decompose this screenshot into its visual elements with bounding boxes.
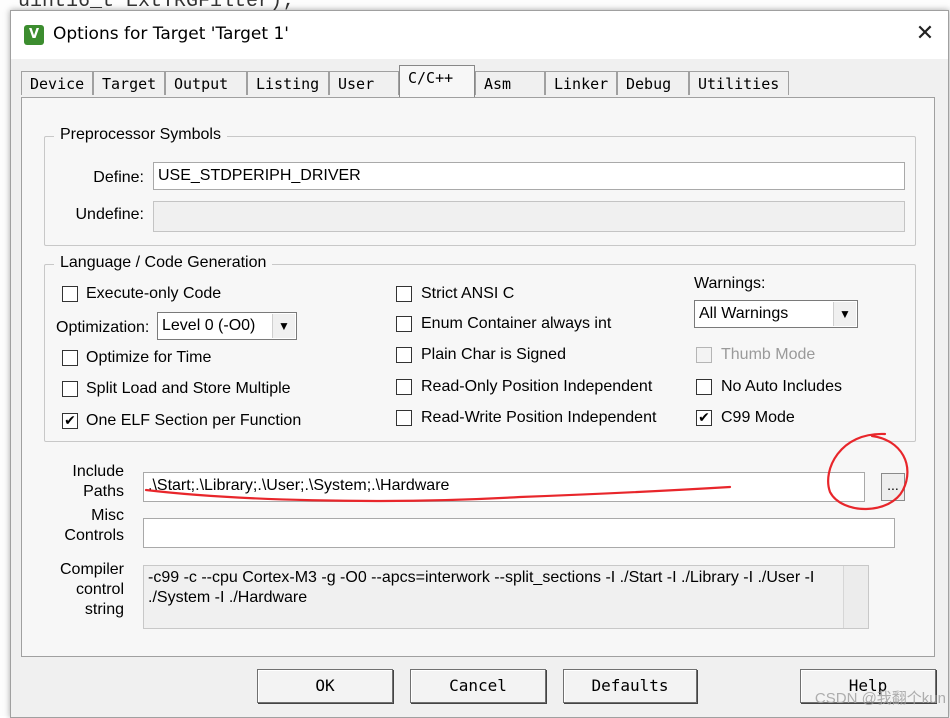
tab-listing[interactable]: Listing bbox=[247, 71, 329, 95]
chevron-down-icon: ▼ bbox=[272, 314, 295, 338]
execute-only-checkbox[interactable] bbox=[62, 286, 78, 302]
preprocessor-legend: Preprocessor Symbols bbox=[54, 126, 227, 144]
enum-container-label: Enum Container always int bbox=[421, 315, 612, 332]
plain-char-checkbox[interactable] bbox=[396, 347, 412, 363]
execute-only-label: Execute-only Code bbox=[86, 285, 222, 302]
one-elf-label: One ELF Section per Function bbox=[86, 412, 302, 429]
enum-container-checkbox[interactable] bbox=[396, 316, 412, 332]
misc-controls-label: Misc Controls bbox=[64, 507, 124, 544]
ok-button[interactable]: OK bbox=[257, 669, 393, 703]
tab-user[interactable]: User bbox=[329, 71, 399, 95]
tab-device[interactable]: Device bbox=[21, 71, 93, 95]
undefine-label: Undefine: bbox=[75, 206, 145, 223]
rw-pi-label: Read-Write Position Independent bbox=[421, 409, 657, 426]
warnings-select[interactable]: All Warnings ▼ bbox=[694, 300, 858, 328]
csdn-watermark: CSDN @我翻个kun bbox=[814, 690, 946, 707]
defaults-button[interactable]: Defaults bbox=[563, 669, 697, 703]
c99-mode-checkbox[interactable]: ✔ bbox=[696, 410, 712, 426]
include-paths-browse-button[interactable]: ... bbox=[881, 473, 905, 501]
split-load-label: Split Load and Store Multiple bbox=[86, 380, 291, 397]
chevron-down-icon: ▼ bbox=[833, 302, 856, 326]
dialog-title: Options for Target 'Target 1' bbox=[53, 24, 289, 44]
tab-output[interactable]: Output bbox=[165, 71, 247, 95]
keil-app-icon: V bbox=[24, 25, 44, 45]
one-elf-checkbox[interactable]: ✔ bbox=[62, 413, 78, 429]
tab-linker[interactable]: Linker bbox=[545, 71, 617, 95]
tab-target[interactable]: Target bbox=[93, 71, 165, 95]
warnings-label: Warnings: bbox=[694, 275, 766, 292]
options-dialog: V Options for Target 'Target 1' ✕ Device… bbox=[10, 10, 949, 718]
no-auto-includes-checkbox[interactable] bbox=[696, 379, 712, 395]
strict-ansi-checkbox[interactable] bbox=[396, 286, 412, 302]
include-paths-input[interactable]: .\Start;.\Library;.\User;.\System;.\Hard… bbox=[143, 472, 865, 502]
tab-debug[interactable]: Debug bbox=[617, 71, 689, 95]
c-cpp-panel: Preprocessor Symbols Define: USE_STDPERI… bbox=[21, 97, 935, 657]
undefine-input[interactable] bbox=[153, 201, 905, 232]
cancel-button[interactable]: Cancel bbox=[410, 669, 546, 703]
compiler-string-line: ./System -I ./Hardware bbox=[148, 589, 308, 606]
rw-pi-checkbox[interactable] bbox=[396, 410, 412, 426]
compiler-string-line: -c99 -c --cpu Cortex-M3 -g -O0 --apcs=in… bbox=[148, 569, 815, 586]
title-bar: V Options for Target 'Target 1' ✕ bbox=[11, 11, 948, 59]
misc-controls-input[interactable] bbox=[143, 518, 895, 548]
language-legend: Language / Code Generation bbox=[54, 254, 273, 272]
c99-mode-label: C99 Mode bbox=[721, 409, 795, 426]
warnings-value: All Warnings bbox=[699, 305, 789, 322]
define-label: Define: bbox=[93, 169, 144, 186]
no-auto-includes-label: No Auto Includes bbox=[721, 378, 842, 395]
define-input[interactable]: USE_STDPERIPH_DRIVER bbox=[153, 162, 905, 190]
tab-asm[interactable]: Asm bbox=[475, 71, 545, 95]
ro-pi-label: Read-Only Position Independent bbox=[421, 378, 653, 395]
optimization-select[interactable]: Level 0 (-O0) ▼ bbox=[157, 312, 297, 340]
tab-c-cpp[interactable]: C/C++ bbox=[399, 65, 475, 97]
optimization-value: Level 0 (-O0) bbox=[162, 317, 256, 334]
thumb-mode-label: Thumb Mode bbox=[721, 346, 816, 363]
compiler-string-scrollbar[interactable] bbox=[843, 566, 868, 628]
close-button[interactable]: ✕ bbox=[902, 11, 948, 57]
optimize-time-checkbox[interactable] bbox=[62, 350, 78, 366]
split-load-checkbox[interactable] bbox=[62, 381, 78, 397]
compiler-control-string[interactable]: -c99 -c --cpu Cortex-M3 -g -O0 --apcs=in… bbox=[143, 565, 869, 629]
optimization-label: Optimization: bbox=[56, 319, 150, 336]
compiler-string-label: Compiler control string bbox=[59, 561, 124, 618]
include-paths-label: Include Paths bbox=[72, 463, 124, 500]
strict-ansi-label: Strict ANSI C bbox=[421, 285, 515, 302]
tab-utilities[interactable]: Utilities bbox=[689, 71, 789, 95]
thumb-mode-checkbox[interactable] bbox=[696, 347, 712, 363]
ro-pi-checkbox[interactable] bbox=[396, 379, 412, 395]
plain-char-label: Plain Char is Signed bbox=[421, 346, 566, 363]
optimize-time-label: Optimize for Time bbox=[86, 349, 212, 366]
